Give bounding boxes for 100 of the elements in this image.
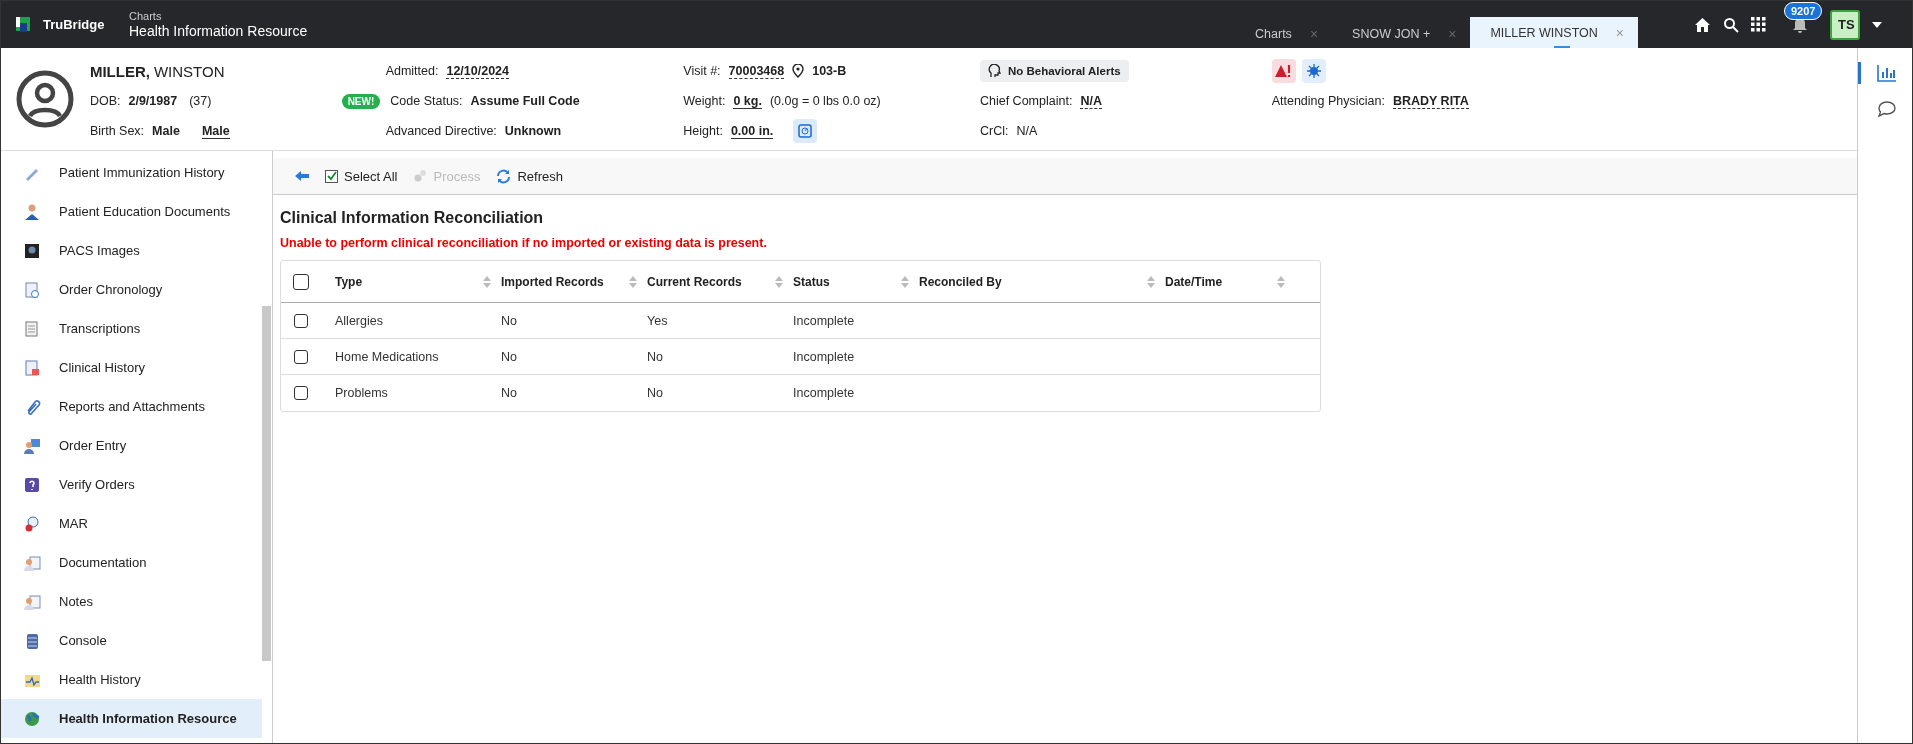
field-value[interactable]: N/A	[1080, 93, 1102, 109]
person-monitor-icon	[23, 436, 41, 455]
virus-icon	[1305, 63, 1322, 79]
row-checkbox[interactable]	[294, 349, 308, 364]
field-value[interactable]: 70003468	[728, 63, 785, 79]
patient-first-name: WINSTON	[153, 62, 225, 80]
virus-button[interactable]	[1301, 59, 1326, 83]
table-cell-text: Incomplete	[793, 313, 856, 328]
sidebar-item[interactable]: Documentation	[1, 543, 262, 582]
document-icon	[23, 319, 41, 338]
field-label: Attending Physician:	[1271, 94, 1385, 108]
chart-tab[interactable]: MILLER WINSTON ×	[1470, 17, 1638, 48]
table-cell-text: Incomplete	[793, 349, 856, 364]
behavioral-alerts-chip[interactable]: No Behavioral Alerts	[979, 60, 1129, 82]
caret-icon[interactable]	[1872, 21, 1882, 28]
row-checkbox[interactable]	[294, 313, 308, 328]
sidebar-item[interactable]: Order Entry	[1, 426, 262, 465]
section-title: Clinical Information Reconciliation	[280, 209, 545, 227]
checkmark-icon	[326, 171, 337, 181]
field-value: Male	[152, 124, 180, 138]
page-title: Health Information Resource	[129, 23, 308, 39]
sidebar-item[interactable]: Notes	[1, 582, 262, 621]
column-header[interactable]: Date/Time	[1165, 274, 1223, 289]
field-label: Code Status:	[390, 94, 463, 108]
patient-age: (37)	[189, 94, 212, 108]
person-document-icon	[23, 592, 41, 611]
scan-image-icon	[23, 241, 41, 260]
head-icon	[987, 64, 1002, 78]
breadcrumb: Charts	[129, 10, 163, 22]
sidebar-item[interactable]: MAR	[1, 504, 262, 543]
warning-icon	[1274, 64, 1293, 78]
chart-tab[interactable]: SNOW JON + ×	[1332, 19, 1471, 48]
row-checkbox[interactable]	[294, 386, 308, 400]
scale-button[interactable]	[793, 119, 818, 143]
field-label: CrCl:	[979, 124, 1009, 138]
user-avatar[interactable]: TS	[1830, 9, 1860, 40]
field-label: Advanced Directive:	[385, 124, 497, 138]
document-calendar-icon	[23, 358, 41, 377]
sidebar-item[interactable]: Reports and Attachments	[1, 387, 262, 426]
table-cell-text: No	[501, 313, 518, 328]
field-label: Visit #:	[683, 64, 721, 78]
table-cell-text: Home Medications	[335, 349, 440, 364]
column-header[interactable]: Type	[335, 274, 363, 289]
search-icon[interactable]	[1723, 16, 1739, 33]
header-checkbox[interactable]	[293, 273, 309, 290]
sidebar-item[interactable]: Order Chronology	[1, 270, 262, 309]
field-label: Chief Complaint:	[979, 94, 1073, 108]
sidebar-item[interactable]: Console	[1, 621, 262, 660]
field-label: Weight:	[683, 94, 726, 108]
weight-note: (0.0g = 0 lbs 0.0 oz)	[769, 94, 881, 108]
column-header[interactable]: Current Records	[647, 274, 742, 289]
sidebar-item[interactable]: Patient Immunization History	[1, 153, 262, 192]
field-value: Assume Full Code	[470, 94, 580, 108]
question-icon	[23, 475, 41, 494]
back-arrow-icon[interactable]	[295, 171, 309, 181]
field-value[interactable]: BRADY RITA	[1392, 93, 1469, 109]
sidebar-item[interactable]: Verify Orders	[1, 465, 262, 504]
table-cell-text: No	[647, 349, 664, 364]
field-value: 2/9/1987	[128, 94, 178, 108]
sidebar-item[interactable]: Health History	[1, 660, 262, 699]
error-message: Unable to perform clinical reconciliation if no imported or existing data is present.	[280, 236, 768, 250]
field-value: 0 kg.	[733, 93, 762, 109]
field-value[interactable]: 12/10/2024	[446, 63, 509, 79]
table-cell-text: No	[501, 386, 518, 400]
patient-last-name: MILLER,	[89, 62, 150, 80]
field-value: Male	[201, 123, 230, 139]
select-all-checkbox[interactable]: Select All	[325, 168, 398, 184]
column-header[interactable]: Imported Records	[501, 274, 604, 289]
table-cell-text: Yes	[647, 313, 669, 328]
table-cell-text: Problems	[335, 386, 389, 400]
field-label: Admitted:	[385, 64, 439, 78]
column-header[interactable]: Reconciled By	[919, 274, 1002, 289]
sidebar-item[interactable]: Clinical History	[1, 348, 262, 387]
field-value: Unknown	[504, 124, 562, 138]
sidebar-item[interactable]: PACS Images	[1, 231, 262, 270]
room-number: 103-B	[812, 64, 847, 78]
refresh-button[interactable]: Refresh	[496, 168, 563, 184]
person-document-icon	[23, 553, 41, 572]
field-label: DOB:	[89, 94, 121, 108]
table-cell-text: Allergies	[335, 313, 384, 328]
globe-icon	[23, 709, 41, 728]
table-cell-text: No	[501, 349, 518, 364]
scrollbar-thumb[interactable]	[262, 306, 271, 661]
sidebar-item[interactable]: Patient Education Documents	[1, 192, 262, 231]
field-label: Birth Sex:	[89, 124, 145, 138]
chart-tab[interactable]: Charts ×	[1235, 19, 1333, 48]
sidebar-item[interactable]: Transcriptions	[1, 309, 262, 348]
field-value: 0.00 in.	[730, 123, 774, 139]
field-value: N/A	[1016, 124, 1038, 138]
location-pin-icon	[792, 64, 805, 78]
field-label: Height:	[683, 124, 723, 138]
column-header[interactable]: Status	[793, 274, 830, 289]
sidebar-item[interactable]: Health Information Resource	[1, 699, 262, 738]
notification-count: 9207	[1784, 2, 1823, 20]
new-badge: NEW!	[341, 93, 381, 109]
patient-avatar-icon	[16, 70, 75, 128]
home-icon[interactable]	[1694, 16, 1711, 33]
apps-grid-icon[interactable]	[1751, 17, 1766, 32]
table-cell-text: Incomplete	[793, 386, 856, 400]
allergy-alert-button[interactable]	[1271, 59, 1296, 83]
